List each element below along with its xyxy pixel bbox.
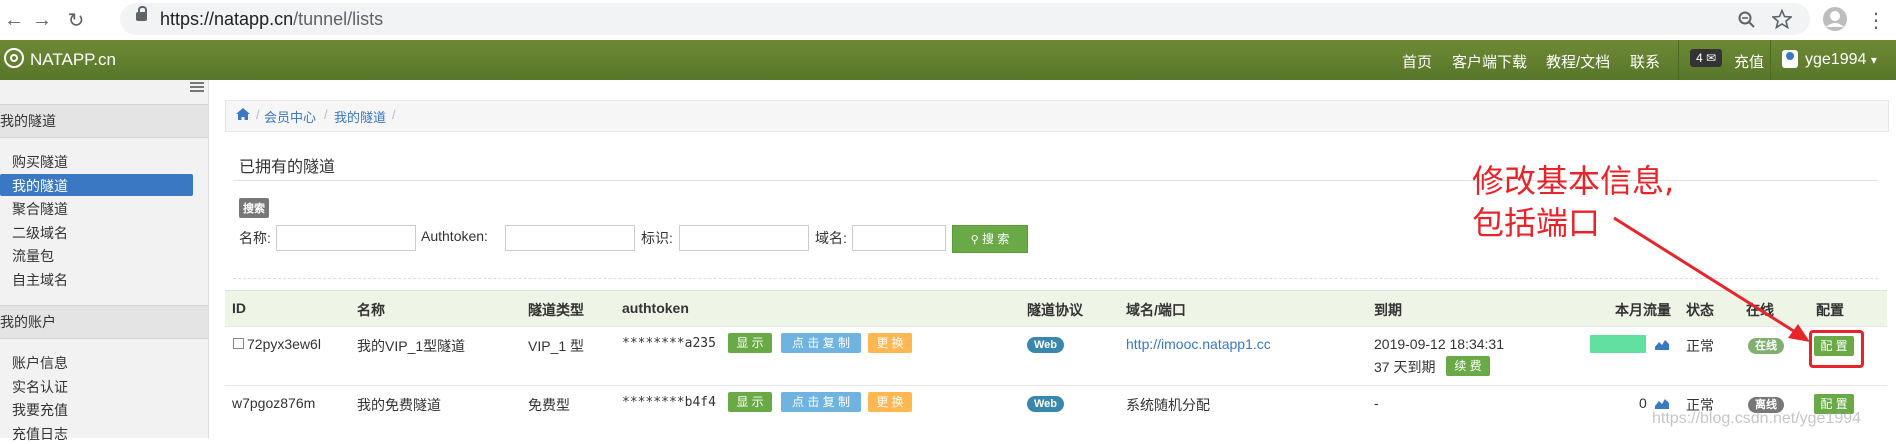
name-label: 名称: bbox=[239, 230, 271, 246]
url-host: https://natapp.cn bbox=[160, 9, 294, 29]
breadcrumb bbox=[225, 100, 1889, 132]
sidebar-item-buy-tunnel[interactable]: 购买隧道 bbox=[12, 152, 68, 172]
tag-input[interactable] bbox=[679, 225, 809, 251]
user-icon bbox=[1782, 50, 1798, 68]
breadcrumb-member-center[interactable]: 会员中心 bbox=[264, 107, 316, 126]
copy-token-button[interactable]: 点 击 复 制 bbox=[781, 333, 861, 353]
authtoken-masked: ********a235 bbox=[622, 336, 716, 351]
copy-token-button[interactable]: 点 击 复 制 bbox=[781, 392, 861, 412]
domain-text: 系统随机分配 bbox=[1126, 397, 1210, 413]
tunnel-id: w7pgoz876m bbox=[232, 395, 316, 411]
sidebar-item-subdomain[interactable]: 二级域名 bbox=[12, 223, 68, 243]
expire-date: 2019-09-12 18:34:31 bbox=[1374, 336, 1504, 352]
col-id: ID bbox=[232, 300, 246, 316]
sidebar-item-traffic-pack[interactable]: 流量包 bbox=[12, 246, 54, 266]
profile-avatar-icon[interactable] bbox=[1822, 6, 1848, 32]
app-header: NATAPP.cn 首页 客户端下载 教程/文档 联系 4 ✉ 充值 yge19… bbox=[0, 40, 1896, 80]
natapp-logo-icon bbox=[4, 48, 24, 68]
domain-label: 域名: bbox=[815, 230, 847, 246]
authtoken-masked: ********b4f4 bbox=[622, 395, 716, 410]
col-domain: 域名/端口 bbox=[1126, 302, 1186, 318]
sidebar-item-realname[interactable]: 实名认证 bbox=[12, 377, 68, 397]
domain-input[interactable] bbox=[852, 225, 946, 251]
change-token-button[interactable]: 更 换 bbox=[868, 333, 912, 353]
sidebar-item-recharge-log[interactable]: 充值日志 bbox=[12, 424, 68, 444]
sidebar-item-custom-domain[interactable]: 自主域名 bbox=[12, 270, 68, 290]
protocol-badge: Web bbox=[1027, 396, 1065, 412]
change-token-button[interactable]: 更 换 bbox=[868, 392, 912, 412]
forward-icon[interactable]: → bbox=[28, 6, 56, 34]
nav-recharge[interactable]: 充值 bbox=[1734, 51, 1764, 72]
show-token-button[interactable]: 显 示 bbox=[728, 392, 772, 412]
search-tag-label: 搜索 bbox=[239, 198, 269, 218]
name-input[interactable] bbox=[276, 225, 416, 251]
tunnel-type: 免费型 bbox=[528, 397, 570, 413]
show-token-button[interactable]: 显 示 bbox=[728, 333, 772, 353]
sidebar-section-tunnels[interactable]: 我的隧道 bbox=[0, 104, 208, 138]
search-button[interactable]: ⚲ 搜 索 bbox=[952, 225, 1028, 253]
traffic-value: 0 bbox=[1639, 395, 1647, 411]
reload-icon[interactable]: ↻ bbox=[62, 6, 90, 34]
renew-button[interactable]: 续 费 bbox=[1446, 356, 1490, 376]
header-divider-2 bbox=[1770, 40, 1771, 80]
browser-toolbar: ← → ↻ https://natapp.cn/tunnel/lists ⋮ bbox=[0, 0, 1896, 41]
browser-menu-icon[interactable]: ⋮ bbox=[1862, 6, 1890, 34]
brand-logo[interactable]: NATAPP.cn bbox=[4, 48, 116, 70]
tunnel-name: 我的VIP_1型隧道 bbox=[357, 338, 466, 354]
tunnel-type: VIP_1 型 bbox=[528, 338, 585, 354]
page-title: 已拥有的隧道 bbox=[239, 159, 336, 176]
search-icon: ⚲ bbox=[970, 234, 979, 246]
protocol-badge: Web bbox=[1027, 337, 1065, 353]
tunnel-name: 我的免费隧道 bbox=[357, 397, 441, 413]
tag-label: 标识: bbox=[641, 230, 673, 246]
nav-home[interactable]: 首页 bbox=[1402, 51, 1432, 72]
col-name: 名称 bbox=[357, 302, 385, 318]
address-bar[interactable]: https://natapp.cn/tunnel/lists bbox=[120, 3, 1810, 35]
home-icon[interactable] bbox=[236, 108, 250, 120]
domain-link[interactable]: http://imooc.natapp1.cc bbox=[1126, 336, 1271, 352]
message-count-badge[interactable]: 4 ✉ bbox=[1690, 49, 1723, 67]
row-checkbox[interactable] bbox=[233, 338, 244, 349]
lock-icon bbox=[136, 6, 147, 21]
annotation-arrow-icon bbox=[1613, 216, 1810, 342]
tunnel-id: 72pyx3ew6l bbox=[247, 336, 321, 352]
nav-download[interactable]: 客户端下载 bbox=[1452, 51, 1527, 72]
sidebar-collapse-icon[interactable] bbox=[190, 82, 204, 92]
header-divider bbox=[1678, 40, 1679, 80]
authtoken-input[interactable] bbox=[505, 225, 635, 251]
nav-docs[interactable]: 教程/文档 bbox=[1546, 51, 1610, 72]
area-chart-icon[interactable] bbox=[1655, 397, 1669, 409]
col-authtoken: authtoken bbox=[622, 300, 689, 316]
back-icon[interactable]: ← bbox=[0, 6, 28, 34]
bookmark-star-icon[interactable] bbox=[1772, 9, 1792, 29]
watermark: https://blog.csdn.net/yge1994 bbox=[1652, 410, 1862, 427]
sidebar-item-recharge[interactable]: 我要充值 bbox=[12, 400, 68, 420]
chevron-down-icon: ▾ bbox=[1870, 53, 1877, 67]
sidebar-section-account[interactable]: 我的账户 bbox=[0, 305, 208, 339]
sidebar-item-aggregate-tunnel[interactable]: 聚合隧道 bbox=[12, 199, 68, 219]
col-config: 配置 bbox=[1816, 302, 1844, 318]
expire-days: 37 天到期 bbox=[1374, 359, 1436, 375]
sidebar-item-my-tunnels[interactable]: 我的隧道 bbox=[12, 176, 68, 196]
url-path: /tunnel/lists bbox=[293, 9, 384, 29]
expire-date: - bbox=[1374, 395, 1379, 411]
col-type: 隧道类型 bbox=[528, 302, 584, 318]
user-menu[interactable]: yge1994 ▾ bbox=[1805, 51, 1877, 69]
breadcrumb-my-tunnels[interactable]: 我的隧道 bbox=[334, 107, 386, 126]
annotation-highlight-box bbox=[1809, 330, 1864, 368]
col-expire: 到期 bbox=[1374, 302, 1402, 318]
zoom-icon[interactable] bbox=[1738, 11, 1756, 29]
nav-contact[interactable]: 联系 bbox=[1630, 51, 1660, 72]
authtoken-label: Authtoken: bbox=[421, 228, 488, 244]
sidebar-item-account-info[interactable]: 账户信息 bbox=[12, 353, 68, 373]
col-protocol: 隧道协议 bbox=[1027, 302, 1083, 318]
